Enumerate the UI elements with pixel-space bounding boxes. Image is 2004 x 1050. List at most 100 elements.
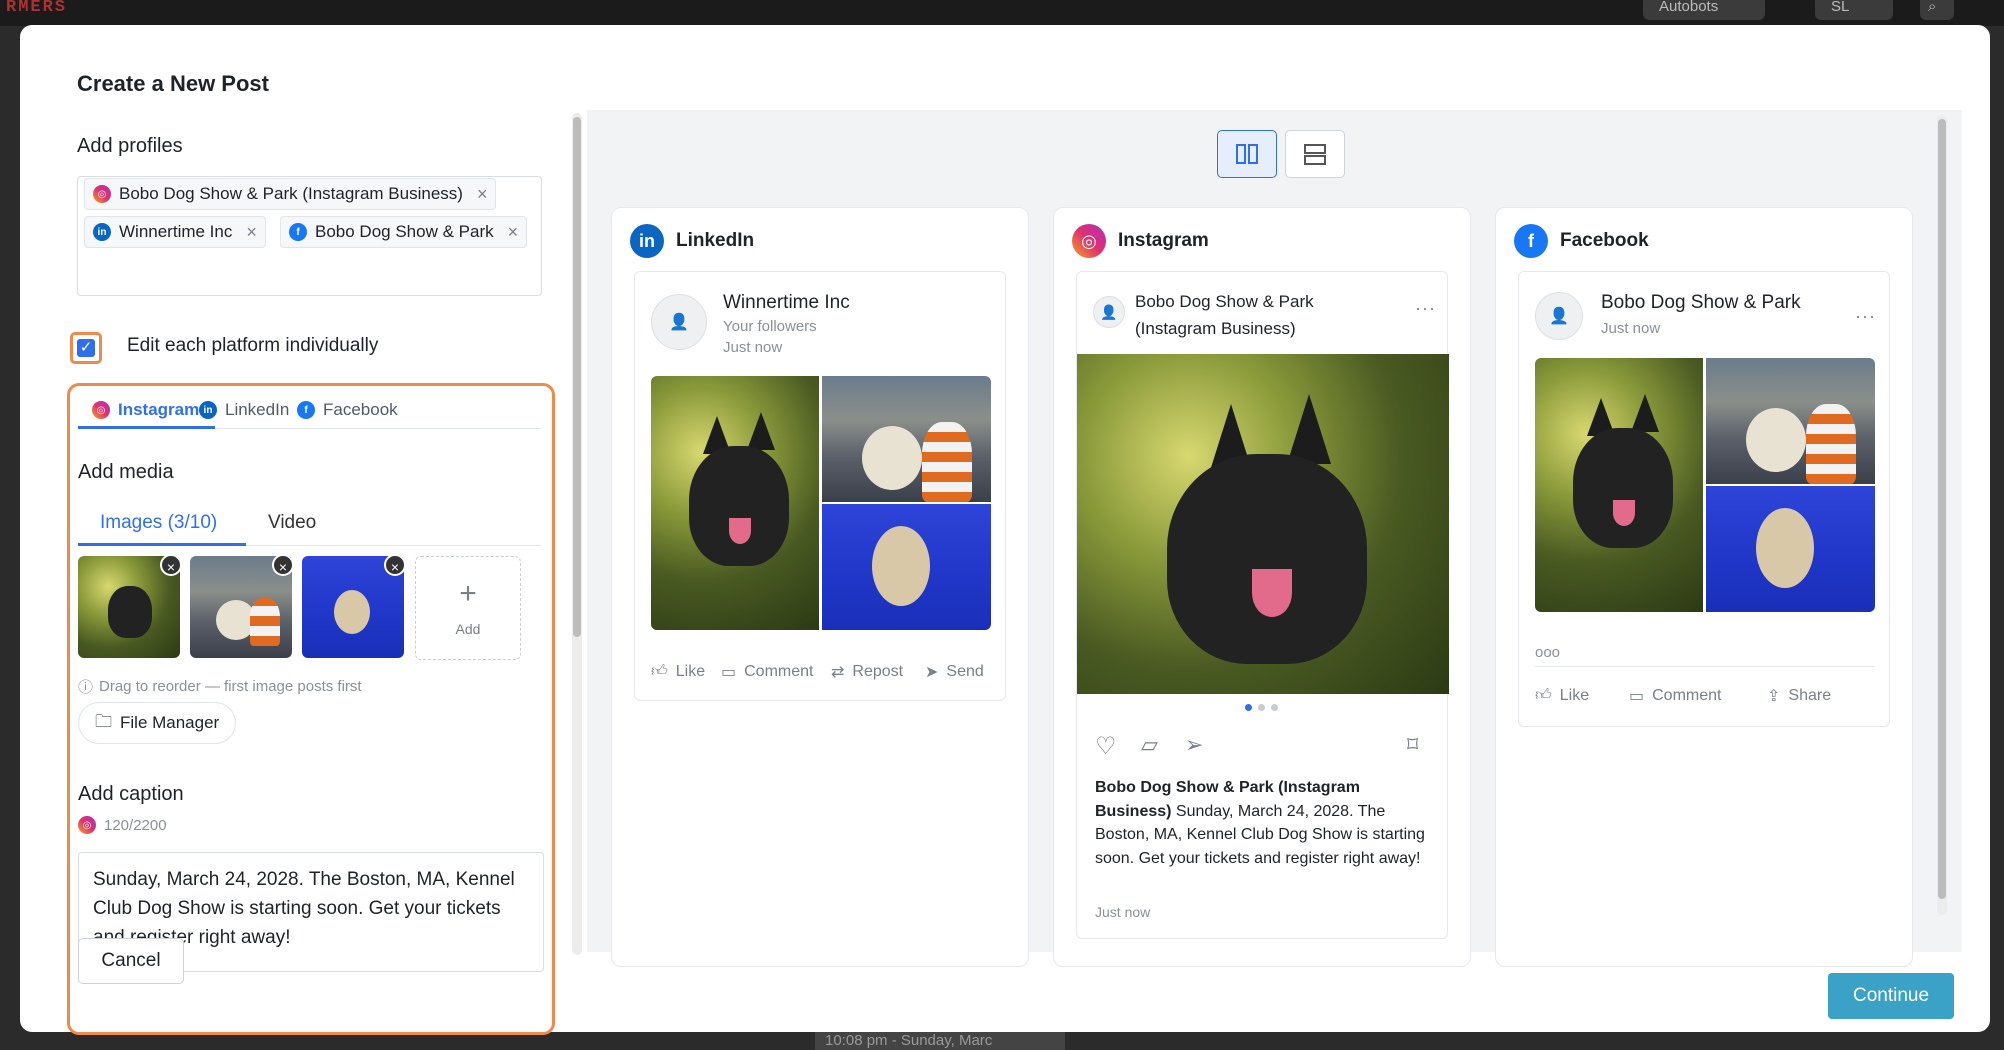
remove-chip-icon[interactable]: × xyxy=(508,222,519,243)
remove-media-icon[interactable]: × xyxy=(384,556,404,576)
share-action[interactable]: ⇪ Share xyxy=(1767,686,1831,706)
dog-shape xyxy=(1573,428,1673,548)
send-icon[interactable]: ➢ xyxy=(1185,732,1203,758)
columns-view-toggle[interactable] xyxy=(1217,130,1277,178)
tab-facebook[interactable]: f Facebook xyxy=(297,400,398,420)
post-image xyxy=(1535,358,1703,612)
dog-shape xyxy=(334,590,370,634)
remove-media-icon[interactable]: × xyxy=(160,556,180,576)
profile-chip-linkedin: in Winnertime Inc × xyxy=(84,216,266,248)
profile-chip-label: Bobo Dog Show & Park xyxy=(315,222,494,241)
search-icon[interactable]: ⌕ xyxy=(1920,0,1954,20)
rows-icon xyxy=(1304,144,1326,165)
action-label: Like xyxy=(675,662,706,680)
linkedin-post: 👤 Winnertime Inc Your followers Just now xyxy=(634,271,1006,701)
repost-action[interactable]: ⇄ Repost xyxy=(831,662,903,682)
left-scrollbar[interactable] xyxy=(572,113,582,955)
dog-shape xyxy=(1756,508,1814,588)
edit-individually-label: Edit each platform individually xyxy=(127,335,379,356)
tab-instagram[interactable]: ◎ Instagram xyxy=(92,400,199,420)
instagram-icon: ◎ xyxy=(93,185,111,203)
dog-shape xyxy=(1746,408,1806,472)
dog-tongue xyxy=(1252,569,1292,617)
modal-title: Create a New Post xyxy=(77,71,269,96)
linkedin-icon: in xyxy=(199,401,217,419)
profile-chip-facebook: f Bobo Dog Show & Park × xyxy=(280,216,528,248)
edit-individually-checkbox[interactable]: ✓ xyxy=(70,332,102,364)
card-title: LinkedIn xyxy=(676,230,755,251)
caption-count-text: 120/2200 xyxy=(104,816,167,834)
facebook-icon: f xyxy=(1514,224,1548,258)
preview-scrollbar[interactable] xyxy=(1937,115,1947,915)
active-tab-indicator xyxy=(78,426,215,429)
profiles-selector[interactable]: ◎ Bobo Dog Show & Park (Instagram Busine… xyxy=(77,176,542,296)
post-image xyxy=(822,504,991,630)
post-image xyxy=(651,376,819,630)
caption-count: ◎ 120/2200 xyxy=(78,816,167,834)
more-icon[interactable]: ··· xyxy=(1415,298,1436,319)
tab-label: Facebook xyxy=(323,400,398,419)
scrollbar-thumb[interactable] xyxy=(1938,119,1946,899)
share-icon: ⇪ xyxy=(1767,688,1781,705)
reorder-hint: ⓘ Drag to reorder — first image posts fi… xyxy=(78,676,362,697)
tab-images[interactable]: Images (3/10) xyxy=(100,512,217,534)
background-app-bar: RMERS Autobots SL ⌕ xyxy=(0,0,2004,26)
file-manager-button[interactable]: 🗀 File Manager xyxy=(78,702,237,744)
media-thumbnail[interactable]: × xyxy=(190,556,292,658)
continue-button[interactable]: Continue xyxy=(1828,973,1954,1019)
action-label: Share xyxy=(1788,687,1832,704)
post-time: Just now xyxy=(1601,320,1661,337)
linkedin-preview-card: in LinkedIn 👤 Winnertime Inc Your follow… xyxy=(611,207,1029,967)
post-author: Bobo Dog Show & Park (Instagram Business… xyxy=(1135,292,1314,338)
instagram-icon: ◎ xyxy=(1072,224,1106,258)
dog-ear xyxy=(747,412,775,450)
comment-icon[interactable]: ▱ xyxy=(1141,732,1158,758)
preview-area: in LinkedIn 👤 Winnertime Inc Your follow… xyxy=(587,110,1962,967)
comment-action[interactable]: ▭ Comment xyxy=(1629,686,1721,706)
add-caption-label: Add caption xyxy=(78,783,184,805)
user-menu[interactable]: SL xyxy=(1815,0,1893,20)
bookmark-icon[interactable]: ⌑ xyxy=(1407,732,1418,758)
remove-chip-icon[interactable]: × xyxy=(477,184,488,205)
send-action[interactable]: ➤ Send xyxy=(925,662,984,682)
remove-media-icon[interactable]: × xyxy=(272,556,292,576)
file-manager-label: File Manager xyxy=(120,713,220,732)
active-tab-indicator xyxy=(78,543,246,546)
card-header: in LinkedIn xyxy=(630,224,754,258)
like-action[interactable]: 👍︎ Like xyxy=(651,662,705,681)
facebook-preview-card: f Facebook 👤 Bobo Dog Show & Park Just n… xyxy=(1495,207,1913,967)
action-label: Comment xyxy=(744,663,814,680)
scrollbar-thumb[interactable] xyxy=(573,117,581,637)
cancel-button[interactable]: Cancel xyxy=(78,938,184,984)
tab-linkedin[interactable]: in LinkedIn xyxy=(199,400,289,420)
media-thumbnail[interactable]: × xyxy=(78,556,180,658)
post-time: Just now xyxy=(723,339,783,356)
rows-view-toggle[interactable] xyxy=(1285,130,1345,178)
remove-chip-icon[interactable]: × xyxy=(246,222,257,243)
media-thumbnail[interactable]: × xyxy=(302,556,404,658)
add-media-button[interactable]: + Add xyxy=(415,556,521,660)
post-image xyxy=(1706,358,1875,484)
like-action[interactable]: 👍︎ Like xyxy=(1535,686,1589,705)
tab-video[interactable]: Video xyxy=(268,512,316,534)
profile-chip-label: Winnertime Inc xyxy=(119,222,233,241)
dog-tongue xyxy=(729,518,751,544)
avatar: 👤 xyxy=(651,294,707,350)
post-image xyxy=(1077,354,1449,694)
divider xyxy=(1535,666,1875,667)
instagram-preview-card: ◎ Instagram 👤 Bobo Dog Show & Park (Inst… xyxy=(1053,207,1471,967)
post-time: Just now xyxy=(1095,904,1151,920)
plus-icon: + xyxy=(459,577,477,610)
create-post-modal: Create a New Post Add profiles ◎ Bobo Do… xyxy=(20,25,1990,1035)
comment-action[interactable]: ▭ Comment xyxy=(721,662,813,682)
action-label: Like xyxy=(1559,686,1590,704)
autobots-button[interactable]: Autobots xyxy=(1643,0,1765,20)
more-icon[interactable]: ··· xyxy=(1855,306,1876,327)
avatar: 👤 xyxy=(1535,292,1583,340)
add-media-label: Add xyxy=(455,621,481,637)
heart-icon[interactable]: ♡ xyxy=(1095,732,1117,761)
card-title: Instagram xyxy=(1118,230,1209,251)
dog-ear xyxy=(1631,394,1659,432)
folder-icon: 🗀 xyxy=(95,711,112,731)
instagram-icon: ◎ xyxy=(78,816,96,834)
